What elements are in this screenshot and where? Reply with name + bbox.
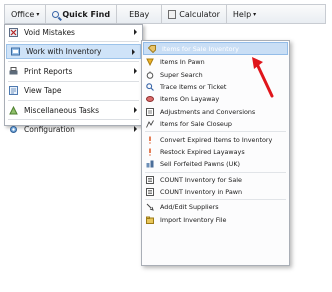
submenu-arrow-icon [134, 68, 137, 75]
submenu-item-count-inventory-for-sale[interactable]: COUNT Inventory for Sale [142, 174, 289, 186]
submenu-item-label: Items In Pawn [160, 58, 205, 67]
submenu-item-label: Sell Forfeited Pawns (UK) [160, 160, 241, 169]
submenu-item-import-inventory-file[interactable]: Import Inventory File [142, 214, 289, 226]
menu-item-print-reports[interactable]: Print Reports [5, 64, 142, 78]
submenu-item-label: Items On Layaway [160, 95, 220, 104]
chevron-down-icon: ▾ [253, 10, 257, 18]
menu-item-configuration[interactable]: Configuration [5, 122, 142, 136]
help-label: Help [232, 9, 252, 19]
pawn-icon [146, 58, 154, 67]
submenu-item-add-edit-suppliers[interactable]: Add/Edit Suppliers [142, 201, 289, 213]
submenu-arrow-icon [134, 29, 137, 36]
ebay-button[interactable]: EBay [117, 5, 163, 23]
calculator-icon [168, 9, 177, 19]
menu-divider [8, 119, 139, 121]
submenu-item-label: Trace Items or Ticket [160, 82, 227, 91]
submenu-arrow-icon [134, 126, 137, 133]
items-for-sale-icon [148, 44, 156, 53]
menu-divider [8, 99, 139, 101]
void-icon [9, 27, 18, 37]
menu-item-void-mistakes[interactable]: Void Mistakes [5, 25, 142, 39]
menu-divider [145, 131, 286, 133]
tape-icon [9, 86, 18, 96]
ebay-label: EBay [129, 9, 150, 19]
quick-find-button[interactable]: Quick Find [46, 5, 118, 23]
submenu-item-label: Items for Sale Inventory [162, 44, 239, 53]
quick-find-label: Quick Find [62, 9, 111, 19]
menu-bar: Office ▾ Quick Find EBay Calculator Help… [4, 4, 326, 24]
adjustments-icon [146, 107, 154, 116]
office-label: Office [11, 9, 35, 19]
menu-item-view-tape[interactable]: View Tape [5, 84, 142, 98]
menu-divider [8, 61, 139, 63]
office-dropdown: Void Mistakes Work with Inventory Print … [4, 24, 143, 134]
submenu-item-items-for-sale-closeup[interactable]: Items for Sale Closeup [142, 118, 289, 130]
forfeited-icon [146, 160, 154, 168]
submenu-item-label: Items for Sale Closeup [160, 120, 232, 129]
tasks-icon [9, 105, 18, 115]
submenu-item-convert-expired-items[interactable]: Convert Expired Items to Inventory [142, 133, 289, 145]
menu-item-label: Miscellaneous Tasks [24, 105, 100, 115]
menu-item-miscellaneous-tasks[interactable]: Miscellaneous Tasks [5, 103, 142, 117]
submenu-item-label: COUNT Inventory in Pawn [160, 188, 243, 197]
submenu-item-label: Adjustments and Conversions [160, 107, 256, 116]
help-menu[interactable]: Help ▾ [227, 5, 262, 23]
submenu-item-label: COUNT Inventory for Sale [160, 175, 242, 184]
submenu-item-count-inventory-in-pawn[interactable]: COUNT Inventory in Pawn [142, 186, 289, 198]
submenu-item-restock-expired-layaways[interactable]: Restock Expired Layaways [142, 146, 289, 158]
calculator-button[interactable]: Calculator [162, 5, 227, 23]
menu-item-label: Print Reports [24, 66, 73, 76]
menu-item-work-with-inventory[interactable]: Work with Inventory [6, 44, 141, 60]
menu-divider [8, 41, 139, 43]
restock-icon [149, 148, 151, 156]
submenu-arrow-icon [132, 48, 135, 55]
office-menu[interactable]: Office ▾ [5, 5, 47, 23]
suppliers-icon [146, 204, 154, 212]
submenu-item-adjustments-and-conversions[interactable]: Adjustments and Conversions [142, 106, 289, 118]
menu-divider [145, 171, 286, 173]
chevron-down-icon: ▾ [36, 10, 40, 18]
search-icon [52, 10, 60, 18]
submenu-item-label: Restock Expired Layaways [160, 147, 245, 156]
submenu-item-label: Import Inventory File [160, 215, 227, 224]
menu-divider [145, 199, 286, 201]
super-search-icon [146, 71, 154, 79]
submenu-item-label: Add/Edit Suppliers [160, 203, 219, 212]
submenu-item-sell-forfeited-pawns[interactable]: Sell Forfeited Pawns (UK) [142, 158, 289, 170]
annotation-arrow-icon [252, 57, 274, 98]
printer-icon [9, 66, 18, 75]
trace-icon [146, 83, 154, 91]
import-icon [146, 216, 154, 224]
layaway-icon [146, 96, 154, 103]
closeup-icon [146, 120, 154, 128]
menu-item-label: Work with Inventory [26, 47, 102, 57]
submenu-item-label: Super Search [160, 70, 203, 79]
submenu-arrow-icon [134, 107, 137, 114]
inventory-icon [11, 47, 20, 56]
count-pawn-icon [146, 188, 154, 197]
menu-item-label: Configuration [24, 124, 75, 134]
menu-item-label: Void Mistakes [24, 27, 75, 37]
submenu-item-label: Convert Expired Items to Inventory [160, 135, 273, 144]
calculator-label: Calculator [179, 9, 220, 19]
count-sale-icon [146, 175, 154, 184]
menu-divider [8, 80, 139, 82]
menu-item-label: View Tape [24, 86, 62, 96]
convert-icon [149, 136, 151, 144]
configuration-icon [10, 125, 17, 133]
